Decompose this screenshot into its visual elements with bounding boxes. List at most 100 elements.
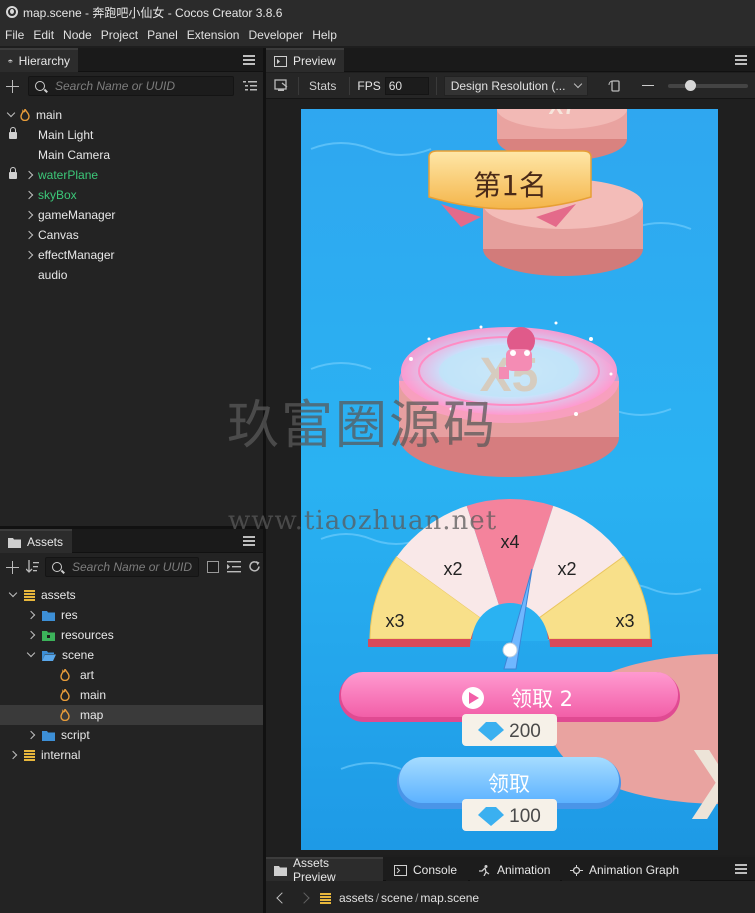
expand-chevron-icon[interactable] [26,648,36,658]
design-resolution-select[interactable]: Design Resolution (... [443,75,588,96]
expand-chevron-icon[interactable] [26,630,36,640]
lock-icon[interactable] [9,126,17,139]
hierarchy-tabstrip: Hierarchy [0,48,263,72]
preview-menu-icon[interactable] [735,55,747,65]
menu-project[interactable]: Project [101,28,138,42]
hierarchy-menu-icon[interactable] [243,55,255,65]
path-segment-file[interactable]: map.scene [420,891,479,905]
tab-animation-graph[interactable]: Animation Graph [562,857,690,881]
menu-extension[interactable]: Extension [187,28,240,42]
bottom-panel-menu-icon[interactable] [735,864,747,874]
hierarchy-search [28,76,234,96]
bottom-panel: Assets Preview Console Animation Animati… [266,856,755,913]
lock-icon[interactable] [9,166,17,179]
hierarchy-node[interactable]: waterPlane [0,165,263,185]
zoom-slider-thumb[interactable] [684,79,696,91]
tab-console-label: Console [413,863,458,877]
claim-cost-value: 100 [509,806,541,827]
window-title: map.scene - 奔跑吧小仙女 - Cocos Creator 3.8.6 [23,5,283,20]
hierarchy-node[interactable]: effectManager [0,245,263,265]
asset-item[interactable]: resources [0,625,263,645]
expand-chevron-icon[interactable] [26,730,36,740]
expand-chevron-icon[interactable] [6,108,16,118]
asset-item[interactable]: scene [0,645,263,665]
add-asset-icon[interactable] [6,560,19,574]
rotate-device-icon[interactable] [608,79,622,93]
tab-assets[interactable]: Assets [0,529,72,553]
expand-chevron-icon[interactable] [24,170,34,180]
top-platform-text: X7 [549,109,576,119]
expand-chevron-icon[interactable] [24,250,34,260]
stats-button[interactable]: Stats [309,79,336,93]
tab-preview[interactable]: Preview [266,48,344,72]
menu-help[interactable]: Help [312,28,337,42]
path-segment-assets[interactable]: assets [339,891,374,905]
back-arrow-icon[interactable] [276,892,288,904]
menu-developer[interactable]: Developer [248,28,303,42]
zoom-out-icon[interactable] [641,84,654,87]
game-scene: X7 第1名 X5 [301,109,718,850]
asset-item[interactable]: res [0,605,263,625]
scene-flame-icon [60,669,70,681]
wheel-segment-x2-left: x2 [443,559,462,579]
assets-toolbar [0,554,263,580]
forward-arrow-icon[interactable] [298,892,310,904]
hierarchy-node[interactable]: main [0,105,263,125]
asset-item[interactable]: art [0,665,263,685]
hierarchy-node[interactable]: Main Camera [0,145,263,165]
asset-item[interactable]: main [0,685,263,705]
sort-icon[interactable] [26,560,39,573]
collapse-all-icon[interactable] [227,561,241,573]
chevron-down-icon [573,79,582,88]
expand-chevron-icon[interactable] [24,210,34,220]
expand-chevron-icon[interactable] [24,190,34,200]
menu-panel[interactable]: Panel [147,28,178,42]
asset-item[interactable]: internal [0,745,263,765]
menu-node[interactable]: Node [63,28,92,42]
tab-console[interactable]: Console [386,857,468,881]
menu-file[interactable]: File [5,28,24,42]
menu-edit[interactable]: Edit [33,28,54,42]
hierarchy-node[interactable]: gameManager [0,205,263,225]
hierarchy-node[interactable]: Main Light [0,125,263,145]
assets-tabstrip: Assets [0,529,263,553]
asset-item[interactable]: map [0,705,263,725]
folder-icon [42,730,55,741]
wheel-segment-x4: x4 [500,532,519,552]
hierarchy-search-input[interactable] [55,79,215,93]
running-figure-icon [479,864,490,876]
expand-chevron-icon[interactable] [8,588,18,598]
game-preview-canvas[interactable]: X7 第1名 X5 [301,109,718,850]
bottom-right-multiplier: X4 [691,729,718,841]
asset-item-label: script [61,728,90,742]
screenshot-icon[interactable] [274,79,288,92]
asset-item[interactable]: assets [0,585,263,605]
tab-hierarchy[interactable]: Hierarchy [0,48,78,72]
claim-cost: 100 [462,799,557,831]
fps-input[interactable]: 60 [384,76,429,95]
asset-item-label: art [80,668,95,682]
console-icon [394,864,407,876]
tab-assets-preview[interactable]: Assets Preview [266,856,383,884]
hierarchy-node[interactable]: audio [0,265,263,285]
path-segment-scene[interactable]: scene [381,891,413,905]
zoom-slider[interactable] [667,79,748,91]
asset-item-label: resources [61,628,114,642]
claim-double-cost-value: 200 [509,721,541,742]
assets-search-input[interactable] [72,560,197,574]
tab-animation[interactable]: Animation [470,857,560,881]
path-separator: / [375,891,380,905]
wheel-segment-x3-right: x3 [615,611,634,631]
assets-menu-icon[interactable] [243,536,255,546]
hierarchy-node[interactable]: Canvas [0,225,263,245]
add-node-icon[interactable] [6,79,19,93]
filter-checkbox[interactable] [207,561,219,573]
refresh-icon[interactable] [248,560,261,573]
expand-chevron-icon[interactable] [8,750,18,760]
expand-chevron-icon[interactable] [26,610,36,620]
list-filter-icon[interactable] [243,80,257,92]
asset-item[interactable]: script [0,725,263,745]
expand-chevron-icon[interactable] [24,230,34,240]
hierarchy-node[interactable]: skyBox [0,185,263,205]
asset-item-label: main [80,688,107,702]
